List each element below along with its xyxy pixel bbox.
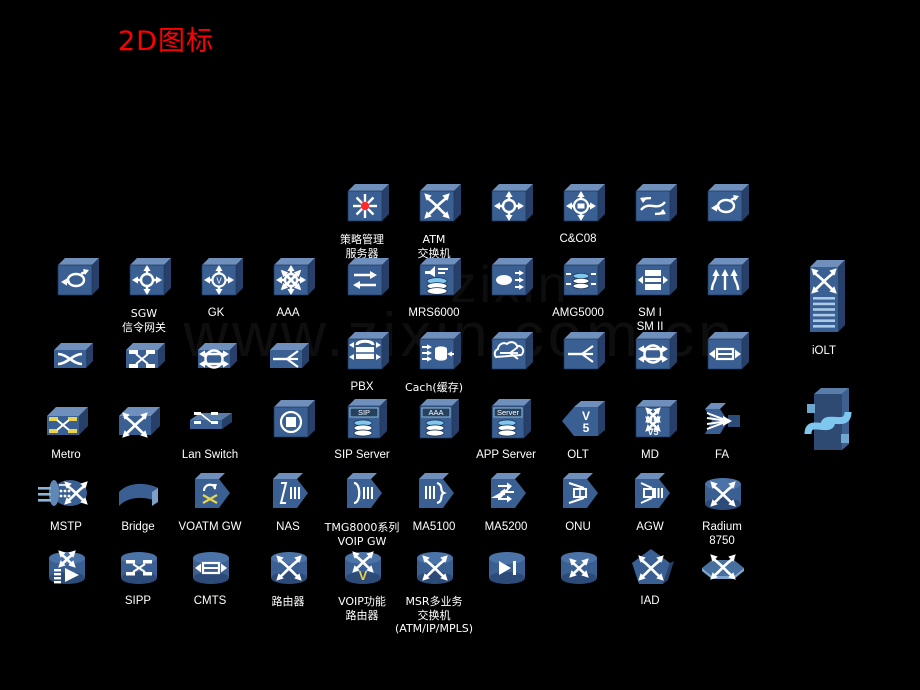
icon-label: Cach(缓存)	[404, 381, 464, 394]
icon-label: Lan Switch	[181, 449, 239, 461]
icon-twist-node[interactable]	[778, 380, 870, 450]
hex-switch-icon	[676, 540, 768, 594]
svg-text:Server: Server	[497, 408, 520, 417]
icon-label: C&C08	[559, 233, 597, 245]
icon-up-arrows-switch[interactable]	[676, 252, 768, 306]
radium8750-icon	[676, 466, 768, 520]
svg-text:SIP: SIP	[358, 408, 370, 417]
icon-label: MRS6000	[408, 307, 460, 319]
icon-label: FA	[714, 449, 730, 461]
iolt-icon	[778, 252, 870, 344]
icon-label: SIP Server	[334, 449, 390, 461]
icon-fa[interactable]: FA	[676, 394, 768, 463]
icon-label: Metro	[51, 449, 81, 461]
icon-oval-arrow-switch[interactable]	[676, 178, 768, 232]
icon-hex-switch[interactable]	[676, 540, 768, 594]
bidir-box-icon	[676, 326, 768, 380]
fa-icon	[676, 394, 768, 448]
icon-label: MSR多业务 交换机 (ATM/IP/MPLS)	[395, 595, 473, 635]
page-title: 2D图标	[118, 26, 214, 57]
up-arrows-switch-icon	[676, 252, 768, 306]
svg-text:V: V	[216, 277, 222, 286]
oval-arrow-switch-icon	[676, 178, 768, 232]
svg-text:V5: V5	[647, 427, 658, 437]
icon-label: iOLT	[811, 345, 837, 357]
icon-label: AAA	[276, 307, 300, 319]
slide-canvas: 2D图标 www.zixin.com.cn zixin 策略管理 服务器ATM …	[0, 0, 920, 690]
icon-bidir-box[interactable]	[676, 326, 768, 380]
icon-label: IAD	[640, 595, 660, 607]
svg-text:5: 5	[583, 421, 590, 435]
twist-node-icon	[778, 380, 870, 450]
svg-text:V: V	[359, 568, 368, 583]
icon-radium8750[interactable]: Radium 8750	[676, 466, 768, 548]
icon-iolt[interactable]: iOLT	[778, 252, 870, 359]
svg-text:AAA: AAA	[428, 408, 443, 417]
